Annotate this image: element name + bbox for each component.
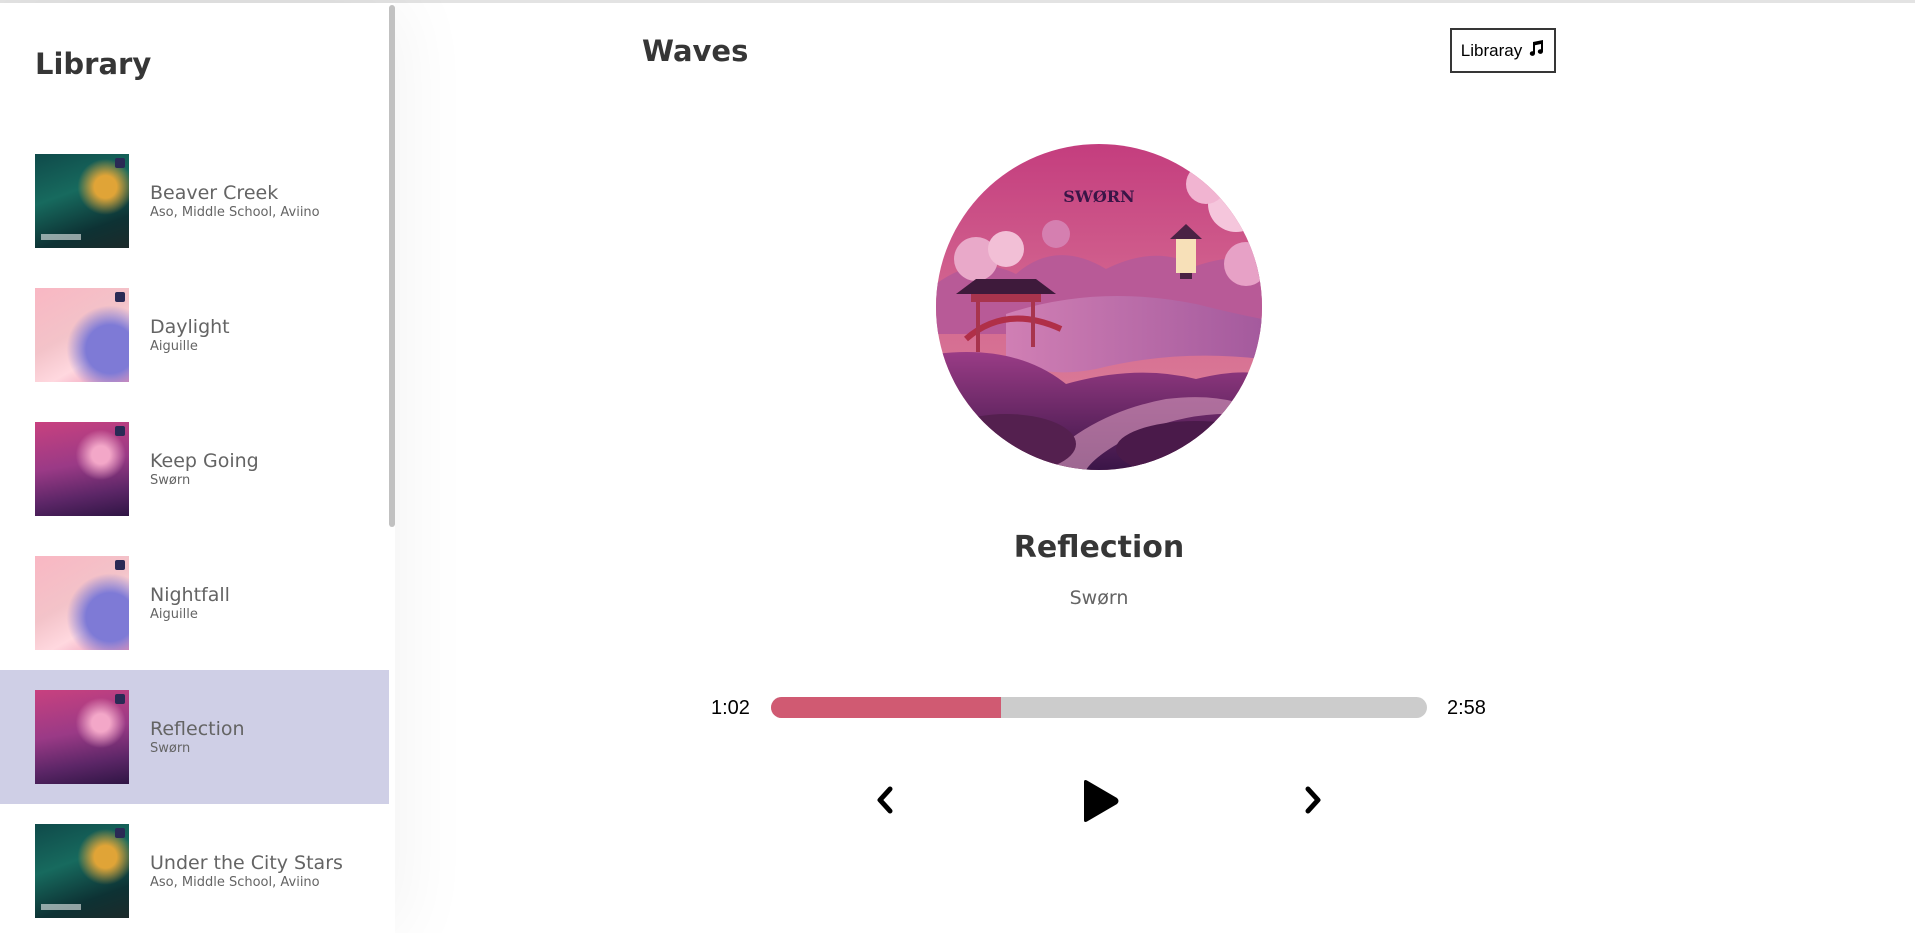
library-title: Library	[35, 47, 152, 81]
forest-cover-art	[35, 154, 129, 248]
library-song-name: Under the City Stars	[150, 852, 343, 874]
library-song-name: Beaver Creek	[150, 182, 279, 204]
library-scrollbar[interactable]	[389, 3, 395, 933]
total-time: 2:58	[1447, 697, 1486, 719]
library-song-item[interactable]: Daylight Aiguille	[0, 268, 389, 402]
library-song-name: Daylight	[150, 316, 230, 338]
album-logo-text: SWØRN	[1063, 187, 1134, 206]
progress-fill	[771, 697, 1001, 718]
pink-dawn-cover-art	[35, 556, 129, 650]
library-song-item-active[interactable]: Reflection Swørn	[0, 670, 389, 804]
library-song-name: Reflection	[150, 718, 245, 740]
library-song-item[interactable]: Beaver Creek Aso, Middle School, Aviino	[0, 134, 389, 268]
library-song-item[interactable]: Under the City Stars Aso, Middle School,…	[0, 804, 389, 933]
next-track-button[interactable]	[1298, 786, 1328, 819]
library-song-name: Keep Going	[150, 450, 259, 472]
album-cover-art: SWØRN	[936, 144, 1262, 470]
play-icon	[1080, 779, 1120, 828]
library-song-name: Nightfall	[150, 584, 230, 606]
progress-slider[interactable]	[771, 697, 1427, 718]
previous-track-button[interactable]	[870, 786, 900, 819]
library-scrollbar-thumb[interactable]	[389, 5, 395, 527]
library-song-item[interactable]: Keep Going Swørn	[0, 402, 389, 536]
library-song-artist: Aiguille	[150, 607, 198, 622]
app-title: Waves	[642, 34, 749, 68]
chevron-right-icon	[1302, 786, 1324, 819]
sworn-cover-art	[35, 690, 129, 784]
play-button[interactable]	[1078, 779, 1122, 828]
current-time: 1:02	[711, 697, 750, 719]
library-song-artist: Aiguille	[150, 339, 198, 354]
chevron-left-icon	[874, 786, 896, 819]
library-sidebar[interactable]: Library Beaver Creek Aso, Middle School,…	[0, 3, 395, 933]
library-song-artist: Aso, Middle School, Aviino	[150, 205, 320, 220]
song-list: Beaver Creek Aso, Middle School, Aviino …	[0, 134, 389, 933]
library-button-label: Libraray	[1460, 40, 1523, 60]
pink-dawn-cover-art	[35, 288, 129, 382]
sworn-cover-art	[35, 422, 129, 516]
music-note-icon	[1527, 39, 1545, 62]
library-song-artist: Aso, Middle School, Aviino	[150, 875, 320, 890]
forest-cover-art	[35, 824, 129, 918]
library-song-artist: Swørn	[150, 741, 191, 756]
library-song-artist: Swørn	[150, 473, 191, 488]
library-song-item[interactable]: Nightfall Aiguille	[0, 536, 389, 670]
library-toggle-button[interactable]: Libraray	[1450, 28, 1556, 73]
